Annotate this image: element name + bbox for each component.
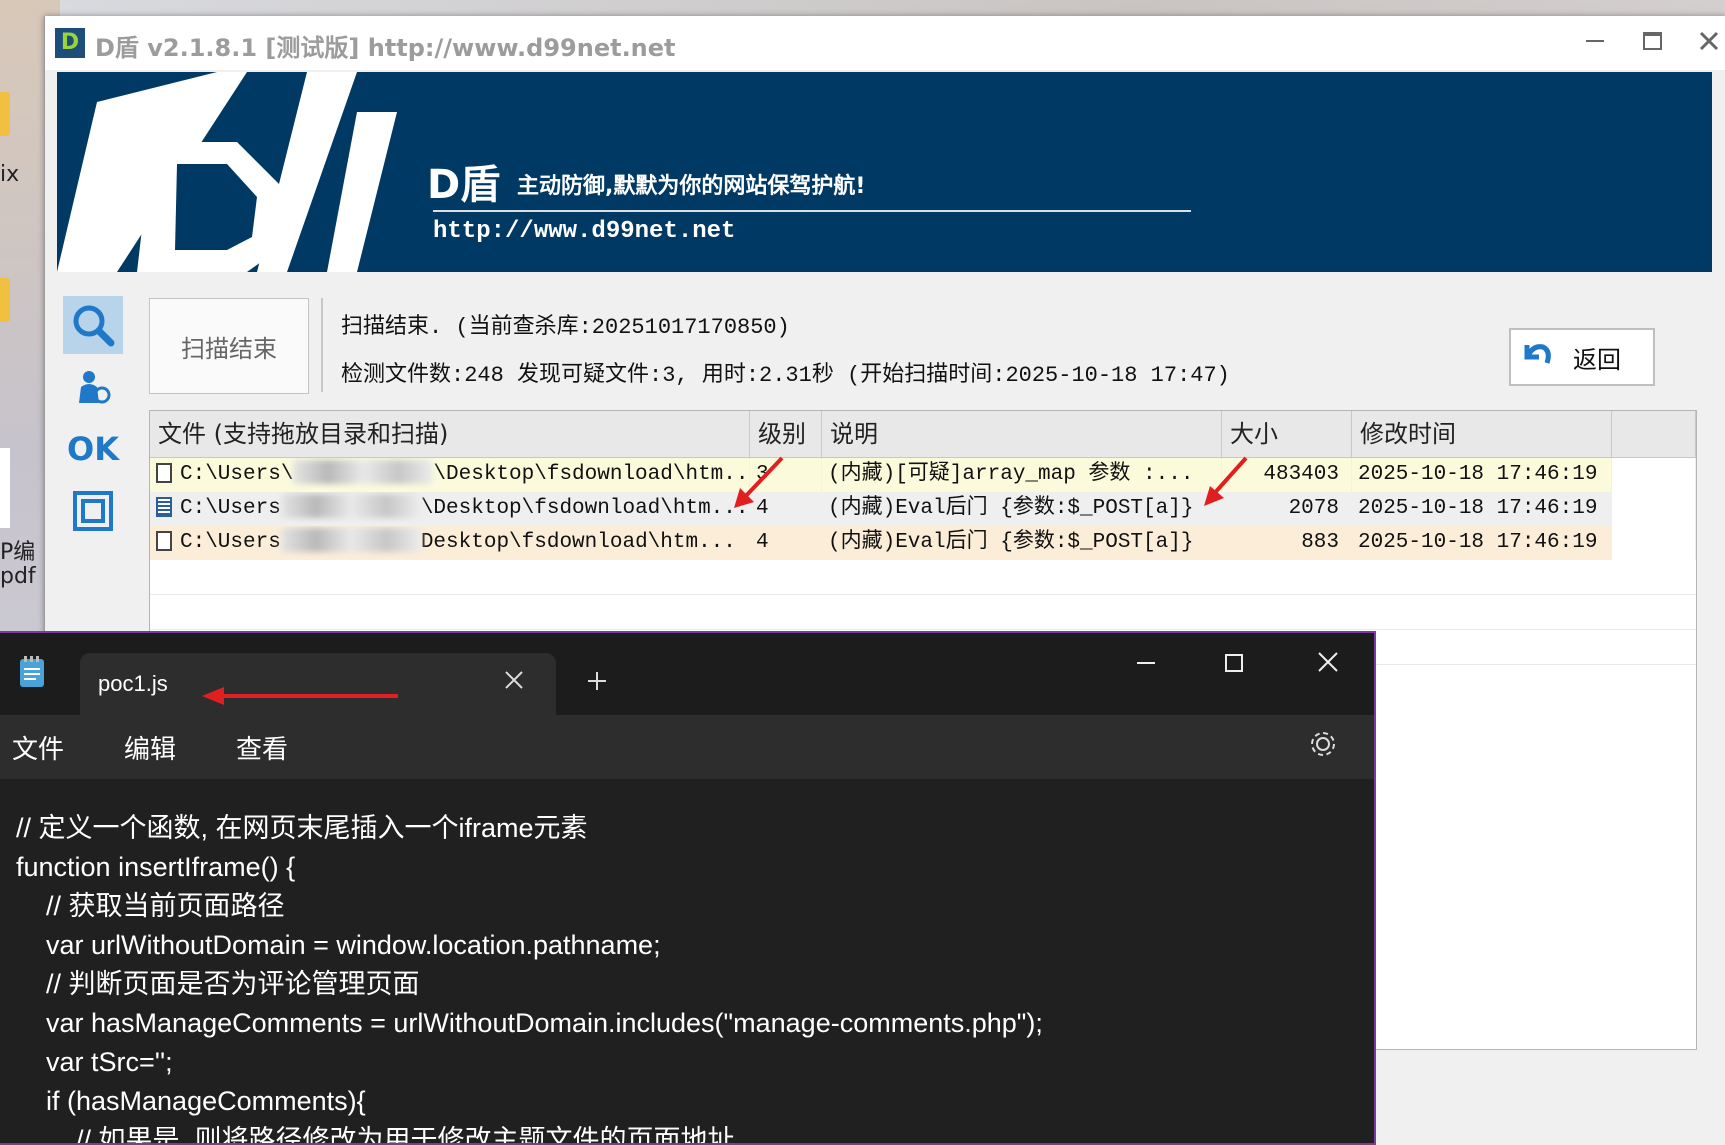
column-header-empty [1612, 411, 1696, 457]
redacted-username [280, 528, 421, 552]
d-logo-graphic [57, 72, 397, 272]
cell-desc: (内藏)[可疑]array_map 参数 :... [822, 458, 1222, 492]
notepad-maximize-button[interactable] [1204, 647, 1264, 682]
cell-desc: (内藏)Eval后门 {参数:$_POST[a]} [822, 526, 1222, 560]
table-row[interactable]: C:\Users\ \Desktop\fsdownload\htm... 3 (内… [150, 458, 1696, 492]
desktop-label: ix [0, 162, 20, 187]
back-button-label: 返回 [1573, 345, 1621, 374]
notepad-minimize-button[interactable] [1116, 647, 1176, 682]
ok-label: OK [67, 430, 119, 468]
gear-icon [1311, 732, 1335, 756]
annotation-arrow [734, 456, 784, 508]
desktop-label: P编 [0, 540, 36, 565]
table-header: 文件 (支持拖放目录和扫描) 级别 说明 大小 修改时间 [150, 411, 1696, 458]
redacted-username [293, 460, 434, 484]
divider [321, 298, 323, 392]
title-bar[interactable]: D D盾 v2.1.8.1 [测试版] http://www.d99net.ne… [45, 16, 1725, 70]
maximize-icon [1225, 654, 1243, 672]
app-logo-icon: D [55, 28, 85, 58]
code-line: // 获取当前页面路径 [16, 891, 285, 921]
code-line: if (hasManageComments){ [16, 1086, 366, 1116]
cell-size: 883 [1222, 526, 1352, 560]
annotation-arrow [202, 687, 398, 705]
status-line-2: 检测文件数:248 发现可疑文件:3, 用时:2.31秒 (开始扫描时间:202… [341, 363, 1230, 388]
notepad-window: poc1.js 文件 编辑 查看 // 定义一个函数, 在网页末尾插入一个ifr… [0, 631, 1376, 1145]
notepad-app-icon [18, 655, 46, 693]
empty-row [150, 595, 1696, 630]
sidebar-process-button[interactable] [63, 358, 123, 416]
code-line: // 如果是, 则将路径修改为用于修改主题文件的页面地址 [16, 1125, 735, 1145]
cell-file: C:\Users \Desktop\fsdownload\htm... [150, 492, 750, 526]
code-line: var hasManageComments = urlWithoutDomain… [16, 1008, 1043, 1038]
new-tab-button[interactable] [586, 661, 608, 701]
scan-status-button[interactable]: 扫描结束 [149, 298, 309, 394]
cell-time: 2025-10-18 17:46:19 [1352, 492, 1612, 526]
column-header-level[interactable]: 级别 [750, 411, 822, 457]
desktop-label: pdf [0, 564, 36, 589]
file-icon [156, 463, 172, 483]
close-icon [505, 671, 523, 689]
column-header-desc[interactable]: 说明 [822, 411, 1222, 457]
cell-time: 2025-10-18 17:46:19 [1352, 526, 1612, 560]
cell-level: 4 [750, 526, 822, 560]
column-header-size[interactable]: 大小 [1222, 411, 1352, 457]
sidebar-ok-button[interactable]: OK [63, 420, 123, 478]
maximize-button[interactable] [1633, 26, 1673, 59]
cell-desc: (内藏)Eval后门 {参数:$_POST[a]} [822, 492, 1222, 526]
maximize-icon [1643, 32, 1662, 50]
cell-time: 2025-10-18 17:46:19 [1352, 458, 1612, 492]
sidebar: OK [63, 296, 123, 544]
cell-file: C:\Users\ \Desktop\fsdownload\htm... [150, 458, 750, 492]
code-line: function insertIframe() { [16, 852, 296, 882]
tab-title: poc1.js [98, 671, 168, 696]
undo-icon [1519, 339, 1553, 375]
banner-slogan: 主动防御,默默为你的网站保驾护航! [517, 174, 866, 199]
search-icon [73, 305, 115, 347]
file-icon [156, 497, 172, 517]
desktop-file-icon[interactable] [0, 448, 10, 528]
cell-file: C:\Users Desktop\fsdownload\htm... [150, 526, 750, 560]
column-header-file[interactable]: 文件 (支持拖放目录和扫描) [150, 411, 750, 457]
plus-icon [588, 672, 606, 690]
minimize-button[interactable] [1575, 26, 1615, 59]
table-row[interactable]: C:\Users \Desktop\fsdownload\htm... 4 (内藏… [150, 492, 1696, 526]
code-line: // 判断页面是否为评论管理页面 [16, 969, 420, 999]
banner-divider [433, 210, 1191, 212]
banner: D盾 主动防御,默默为你的网站保驾护航! http://www.d99net.n… [57, 72, 1712, 272]
column-header-time[interactable]: 修改时间 [1352, 411, 1612, 457]
menu-view[interactable]: 查看 [236, 729, 288, 766]
menu-file[interactable]: 文件 [12, 729, 64, 766]
desktop-folder-icon[interactable] [0, 278, 10, 322]
banner-brand: D盾 [427, 162, 501, 208]
close-button[interactable] [1689, 26, 1725, 59]
desktop-folder-icon[interactable] [0, 92, 10, 136]
empty-row [150, 560, 1696, 595]
annotation-arrow [1204, 456, 1248, 506]
window-title: D盾 v2.1.8.1 [测试版] http://www.d99net.net [95, 34, 676, 62]
close-icon [1318, 652, 1338, 672]
settings-button[interactable] [1308, 729, 1338, 766]
redacted-username [280, 494, 421, 518]
code-line: // 定义一个函数, 在网页末尾插入一个iframe元素 [16, 813, 588, 843]
table-row[interactable]: C:\Users Desktop\fsdownload\htm... 4 (内藏)… [150, 526, 1696, 560]
minimize-icon [1137, 662, 1155, 664]
notepad-close-button[interactable] [1298, 647, 1358, 682]
minimize-icon [1586, 40, 1604, 42]
tab-close-button[interactable] [504, 663, 524, 698]
banner-url: http://www.d99net.net [433, 218, 736, 245]
user-process-icon [79, 371, 111, 404]
window-tool-icon [73, 491, 113, 531]
sidebar-tools-button[interactable] [63, 482, 123, 540]
status-line-1: 扫描结束. (当前查杀库:20251017170850) [341, 315, 790, 340]
sidebar-scan-button[interactable] [63, 296, 123, 354]
back-button[interactable]: 返回 [1509, 328, 1655, 386]
file-icon [156, 531, 172, 551]
close-icon [1699, 31, 1719, 51]
menu-edit[interactable]: 编辑 [124, 729, 176, 766]
notepad-menu-bar: 文件 编辑 查看 [0, 715, 1374, 779]
editor-text-area[interactable]: // 定义一个函数, 在网页末尾插入一个iframe元素 function ins… [0, 779, 1374, 1145]
code-line: var urlWithoutDomain = window.location.p… [16, 930, 661, 960]
code-line: var tSrc=''; [16, 1047, 173, 1077]
